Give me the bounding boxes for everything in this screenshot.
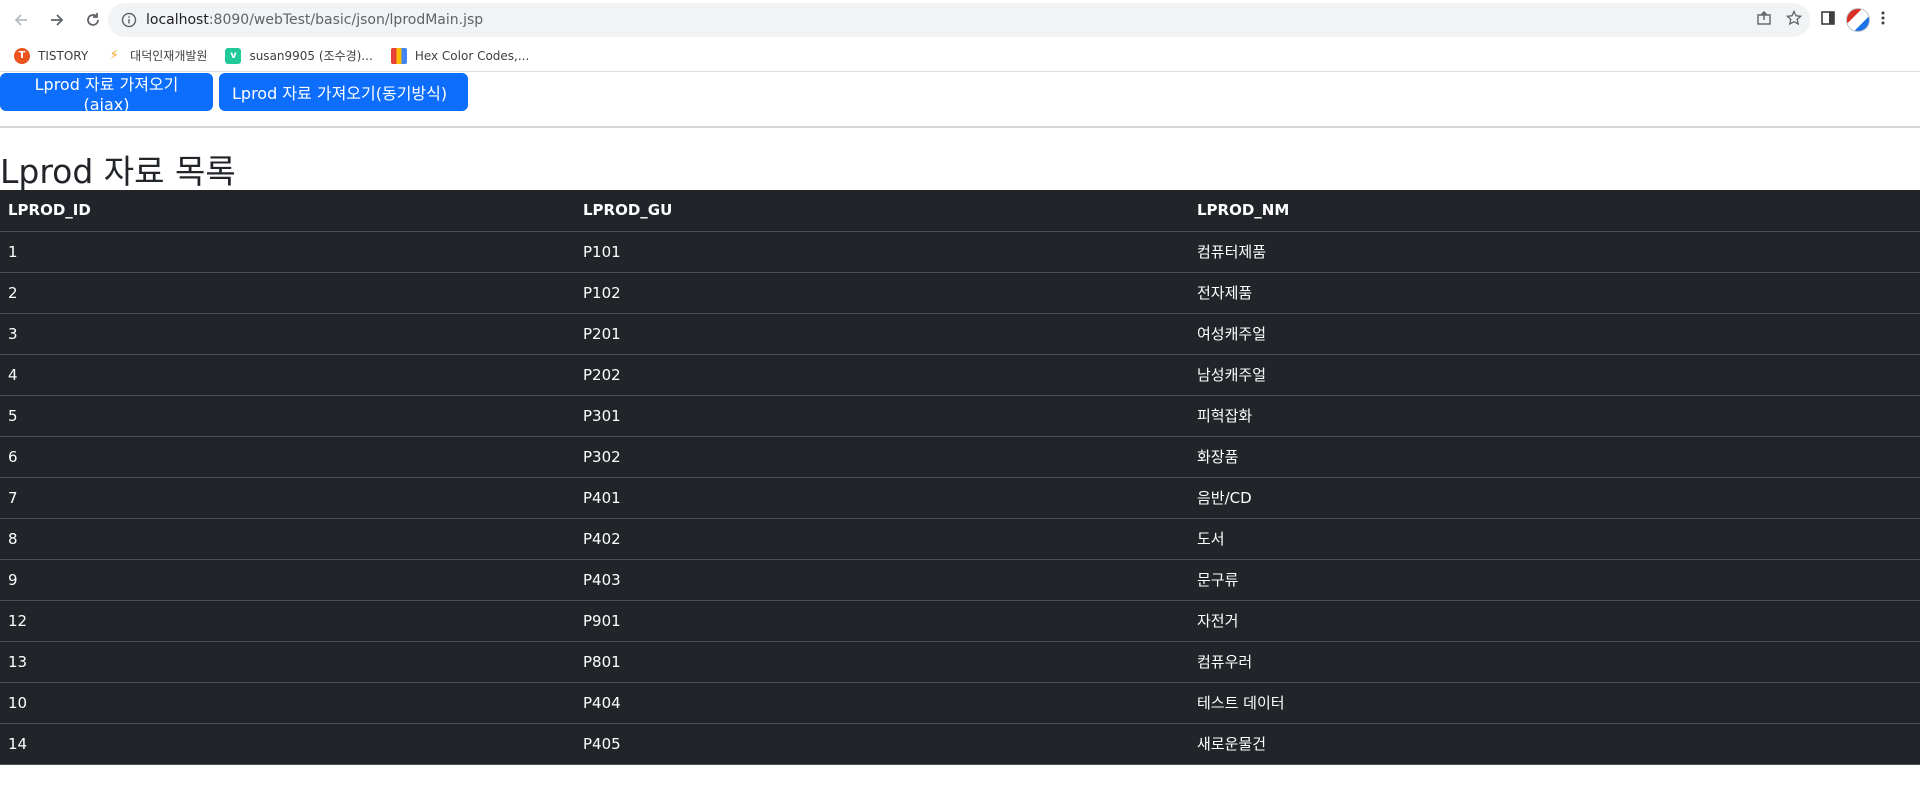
bookmark-star-icon[interactable] [1785,9,1803,30]
bookmark-tistory[interactable]: T TISTORY [14,47,89,64]
cell-lprod-nm: 여성캐주얼 [1189,313,1920,355]
url-text: localhost:8090/webTest/basic/json/lprodM… [146,12,483,28]
cell-lprod-id: 4 [0,354,575,396]
cell-lprod-id: 5 [0,395,575,437]
table-row: 6 P302 화장품 [0,436,1920,478]
cell-lprod-id: 3 [0,313,575,355]
cell-lprod-id: 8 [0,518,575,560]
table-row: 14 P405 새로운물건 [0,723,1920,765]
cell-lprod-nm: 피혁잡화 [1189,395,1920,437]
cell-lprod-nm: 컴퓨터제품 [1189,231,1920,273]
cell-lprod-gu: P901 [575,600,1189,642]
url-path: :8090/webTest/basic/json/lprodMain.jsp [208,12,484,28]
table-header-row: LPROD_ID LPROD_GU LPROD_NM [0,190,1920,232]
browser-toolbar: localhost:8090/webTest/basic/json/lprodM… [0,0,1920,40]
cell-lprod-id: 7 [0,477,575,519]
header-lprod-nm: LPROD_NM [1189,190,1920,232]
reload-icon[interactable] [78,5,108,35]
bookmark-velog[interactable]: v susan9905 (조수경)... [225,47,373,64]
cell-lprod-gu: P102 [575,272,1189,314]
bookmark-label: 대덕인재개발원 [130,49,208,63]
cell-lprod-nm: 문구류 [1189,559,1920,601]
cell-lprod-nm: 테스트 데이터 [1189,682,1920,724]
site-info-icon[interactable] [112,3,146,37]
cell-lprod-gu: P801 [575,641,1189,683]
back-icon[interactable] [6,5,36,35]
page-content: Lprod 자료 가져오기(ajax) Lprod 자료 가져오기(동기방식) … [0,73,1920,796]
fetch-ajax-button[interactable]: Lprod 자료 가져오기(ajax) [0,73,213,114]
profile-avatar[interactable] [1846,8,1870,32]
page-title: Lprod 자료 목록 [0,152,236,191]
cell-lprod-gu: P401 [575,477,1189,519]
fetch-sync-button[interactable]: Lprod 자료 가져오기(동기방식) [219,73,468,111]
table-row: 5 P301 피혁잡화 [0,395,1920,437]
tistory-icon: T [14,47,30,64]
table-row: 1 P101 컴퓨터제품 [0,231,1920,273]
table-row: 8 P402 도서 [0,518,1920,560]
bookmark-label: TISTORY [38,48,89,63]
cell-lprod-id: 14 [0,723,575,765]
cell-lprod-nm: 음반/CD [1189,477,1920,519]
table-body: 1 P101 컴퓨터제품 2 P102 전자제품 3 P201 여성캐주얼 4 P202 남성캐주얼 5… [0,231,1920,765]
cell-lprod-id: 9 [0,559,575,601]
cell-lprod-id: 2 [0,272,575,314]
cell-lprod-id: 10 [0,682,575,724]
bookmark-label: Hex Color Codes,... [414,48,530,63]
cell-lprod-id: 13 [0,641,575,683]
button-row: Lprod 자료 가져오기(ajax) Lprod 자료 가져오기(동기방식) [0,73,468,114]
cell-lprod-gu: P201 [575,313,1189,355]
divider [0,126,1920,128]
cell-lprod-gu: P301 [575,395,1189,437]
cell-lprod-gu: P403 [575,559,1189,601]
menu-kebab-icon[interactable] [1880,10,1886,30]
header-lprod-gu: LPROD_GU [575,190,1189,232]
cell-lprod-gu: P402 [575,518,1189,560]
table-row: 9 P403 문구류 [0,559,1920,601]
table-row: 7 P401 음반/CD [0,477,1920,519]
cell-lprod-id: 12 [0,600,575,642]
lprod-table: LPROD_ID LPROD_GU LPROD_NM 1 P101 컴퓨터제품 2 P1… [0,190,1920,765]
velog-icon: v [225,47,242,64]
side-panel-icon[interactable] [1820,10,1836,30]
header-lprod-id: LPROD_ID [0,190,575,232]
ddit-icon: ⚡ [109,48,119,63]
forward-icon[interactable] [42,5,72,35]
address-bar[interactable]: localhost:8090/webTest/basic/json/lprodM… [108,3,1810,37]
table-row: 12 P901 자전거 [0,600,1920,642]
cell-lprod-nm: 도서 [1189,518,1920,560]
table-row: 10 P404 테스트 데이터 [0,682,1920,724]
cell-lprod-gu: P101 [575,231,1189,273]
url-host: localhost [146,12,209,28]
table-row: 13 P801 컴퓨우러 [0,641,1920,683]
cell-lprod-nm: 자전거 [1189,600,1920,642]
table-row: 4 P202 남성캐주얼 [0,354,1920,396]
table-row: 2 P102 전자제품 [0,272,1920,314]
cell-lprod-nm: 남성캐주얼 [1189,354,1920,396]
cell-lprod-nm: 화장품 [1189,436,1920,478]
cell-lprod-gu: P302 [575,436,1189,478]
cell-lprod-gu: P202 [575,354,1189,396]
cell-lprod-id: 1 [0,231,575,273]
share-icon[interactable] [1756,10,1772,30]
color-palette-icon [390,47,407,64]
cell-lprod-gu: P405 [575,723,1189,765]
bookmarks-bar: T TISTORY ⚡ 대덕인재개발원 v susan9905 (조수경)...… [0,40,1920,72]
bookmark-hex-colors[interactable]: Hex Color Codes,... [390,47,530,64]
cell-lprod-nm: 새로운물건 [1189,723,1920,765]
bookmark-label: susan9905 (조수경)... [249,49,373,63]
cell-lprod-gu: P404 [575,682,1189,724]
cell-lprod-id: 6 [0,436,575,478]
cell-lprod-nm: 전자제품 [1189,272,1920,314]
cell-lprod-nm: 컴퓨우러 [1189,641,1920,683]
bookmark-ddit[interactable]: ⚡ 대덕인재개발원 [106,47,208,64]
table-row: 3 P201 여성캐주얼 [0,313,1920,355]
